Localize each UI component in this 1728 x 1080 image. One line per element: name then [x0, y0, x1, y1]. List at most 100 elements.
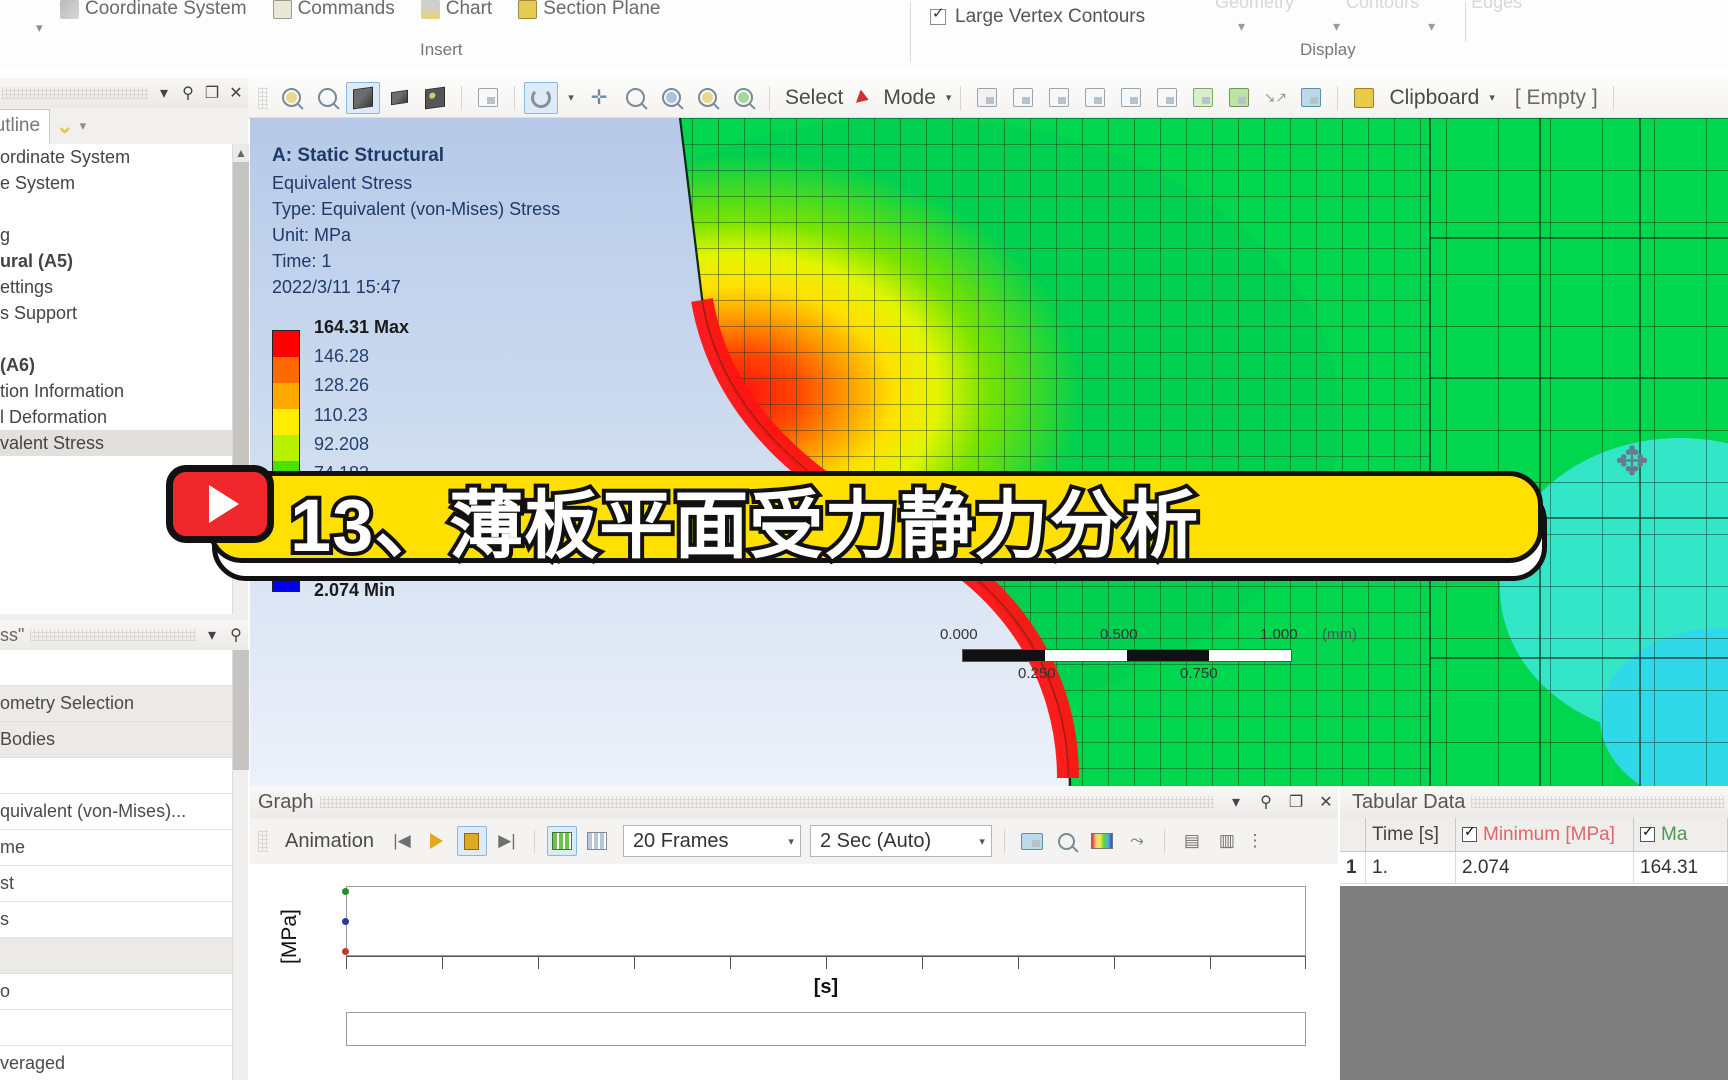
large-vertex-contours-checkbox[interactable]: Large Vertex Contours — [930, 6, 1145, 28]
graph-menu-arrow-icon[interactable]: ▾ — [1224, 790, 1248, 814]
go-to-end-icon[interactable]: ▶| — [492, 826, 522, 856]
probe-icon[interactable]: ↘↗ — [1258, 82, 1292, 114]
play-icon[interactable] — [422, 826, 452, 856]
zoom-out-icon[interactable] — [310, 82, 344, 114]
select-mesh-icon[interactable] — [970, 82, 1004, 114]
panel-drag-hatch[interactable] — [2, 87, 148, 99]
select-cursor-icon[interactable] — [851, 82, 875, 114]
details-row[interactable] — [0, 650, 232, 686]
cell-time[interactable]: 1. — [1366, 852, 1456, 884]
rotate-dropdown-arrow[interactable]: ▾ — [560, 82, 580, 114]
graph-drag-hatch[interactable] — [319, 796, 1214, 808]
chevron-down-icon[interactable]: ▾ — [979, 835, 985, 848]
outline-tab-overflow-arrow[interactable]: ▾ — [80, 118, 87, 134]
align-left-icon[interactable]: ▤ — [1177, 826, 1207, 856]
geometry-dropdown-arrow[interactable]: ▾ — [1238, 18, 1245, 35]
details-menu-arrow-icon[interactable]: ▾ — [200, 623, 224, 647]
stop-icon[interactable] — [456, 826, 487, 856]
create-selection-icon[interactable] — [1222, 82, 1256, 114]
tree-item[interactable]: ordinate System — [0, 144, 232, 170]
outline-close-icon[interactable]: ✕ — [224, 81, 248, 105]
shaded-solid-icon[interactable] — [346, 81, 380, 114]
ribbon-analysis-dropdown-arrow[interactable]: ▾ — [36, 20, 43, 36]
scroll-thumb[interactable] — [233, 162, 249, 522]
outline-menu-arrow-icon[interactable]: ▾ — [152, 81, 176, 105]
tree-item[interactable]: e System — [0, 170, 232, 196]
label-icon[interactable] — [1294, 82, 1328, 114]
ribbon-item-chart[interactable]: Chart — [420, 0, 492, 20]
tree-item-solution-information[interactable]: tion Information — [0, 378, 232, 404]
graph-timeline-strip[interactable] — [346, 1012, 1306, 1046]
chevron-down-icon[interactable]: ▾ — [788, 835, 794, 848]
animation-drag-handle[interactable] — [258, 830, 268, 852]
checkbox-icon[interactable] — [1640, 824, 1655, 842]
select-edge-icon[interactable] — [1078, 82, 1112, 114]
magnifier-icon[interactable] — [726, 82, 760, 114]
clipboard-icon[interactable] — [1347, 82, 1381, 114]
result-sets-icon[interactable] — [582, 826, 612, 856]
details-row-averaged[interactable]: veraged — [0, 1046, 232, 1080]
mode-dropdown-arrow[interactable]: ▾ — [946, 91, 952, 104]
mode-label[interactable]: Mode — [877, 86, 942, 110]
clipboard-dropdown-arrow[interactable]: ▾ — [1489, 91, 1495, 104]
outline-tree-scrollbar[interactable]: ▲ — [232, 144, 249, 614]
tree-item[interactable] — [0, 326, 232, 352]
rotate-icon[interactable] — [524, 81, 558, 114]
display-dropdown-arrows[interactable]: ▾ ▾ ▾ — [1238, 18, 1435, 35]
cell-minimum[interactable]: 2.074 — [1456, 852, 1634, 884]
box-zoom-icon[interactable] — [654, 82, 688, 114]
details-row-geometry-selection[interactable]: ometry Selection — [0, 686, 232, 722]
tree-item-solution[interactable]: (A6) — [0, 352, 232, 378]
outline-maximize-icon[interactable]: ❐ — [200, 81, 224, 105]
align-right-icon[interactable]: ▥ — [1212, 826, 1242, 856]
export-video-icon[interactable] — [1017, 826, 1047, 856]
details-row-display-time[interactable]: st — [0, 866, 232, 902]
tabular-drag-hatch[interactable] — [1471, 796, 1724, 808]
select-label[interactable]: Select — [779, 86, 849, 110]
details-row[interactable] — [0, 758, 232, 794]
wireframe-icon[interactable] — [382, 82, 416, 114]
details-drag-hatch[interactable] — [30, 629, 196, 641]
details-row-header[interactable] — [0, 938, 232, 974]
edges-dropdown-arrow[interactable]: ▾ — [1428, 18, 1435, 35]
zoom-graph-icon[interactable] — [1052, 826, 1082, 856]
graph-close-icon[interactable]: ✕ — [1314, 790, 1338, 814]
details-scrollbar[interactable]: ▼ — [232, 650, 249, 1080]
chevron-down-icon[interactable]: ⌄ — [56, 116, 74, 137]
details-pin-icon[interactable]: ⚲ — [224, 623, 248, 647]
details-row-bodies[interactable]: Bodies — [0, 722, 232, 758]
zoom-to-fit-2-icon[interactable] — [690, 82, 724, 114]
export-graph-icon[interactable]: ⤳ — [1122, 826, 1152, 856]
graph-chart-area[interactable]: [MPa] [s] — [250, 864, 1338, 1080]
checkbox-icon[interactable] — [1462, 824, 1477, 842]
duration-dropdown[interactable]: 2 Sec (Auto) ▾ — [809, 825, 992, 857]
col-header-maximum[interactable]: Ma — [1634, 818, 1728, 852]
tree-item[interactable] — [0, 196, 232, 222]
pan-icon[interactable]: ✛ — [582, 82, 616, 114]
exploded-view-icon[interactable] — [418, 82, 452, 114]
select-face-icon[interactable] — [1042, 82, 1076, 114]
toolbar-drag-handle[interactable] — [258, 86, 268, 109]
details-row[interactable] — [0, 1010, 232, 1046]
tab-mesh-outline[interactable]: h Outline — [0, 108, 51, 144]
toolbar-overflow-icon[interactable]: ⋮ — [1246, 826, 1263, 856]
tree-item[interactable]: g — [0, 222, 232, 248]
zoom-icon[interactable] — [618, 82, 652, 114]
scroll-up-arrow-icon[interactable]: ▲ — [233, 144, 249, 162]
orientation-triad-icon[interactable]: ✥ — [1608, 438, 1656, 486]
tabular-grid[interactable]: Time [s] Minimum [MPa] Ma 1 1. 2.074 164… — [1340, 818, 1728, 886]
zoom-to-fit-icon[interactable] — [274, 82, 308, 114]
ribbon-item-commands[interactable]: Commands — [272, 0, 395, 20]
outline-pin-icon[interactable]: ⚲ — [176, 81, 200, 105]
cell-maximum[interactable]: 164.31 — [1634, 852, 1728, 884]
details-row-type[interactable]: quivalent (von-Mises)... — [0, 794, 232, 830]
select-body-icon[interactable] — [1006, 82, 1040, 114]
details-table[interactable]: ometry Selection Bodies quivalent (von-M… — [0, 650, 232, 1080]
ribbon-item-coordinate-system[interactable]: Coordinate System — [60, 0, 247, 20]
table-row[interactable]: 1 1. 2.074 164.31 — [1340, 852, 1728, 884]
tree-item-total-deformation[interactable]: l Deformation — [0, 404, 232, 430]
ribbon-item-section-plane[interactable]: Section Plane — [518, 0, 660, 20]
go-to-start-icon[interactable]: |◀ — [387, 826, 417, 856]
col-header-minimum[interactable]: Minimum [MPa] — [1456, 818, 1634, 852]
tree-item-support[interactable]: s Support — [0, 300, 232, 326]
